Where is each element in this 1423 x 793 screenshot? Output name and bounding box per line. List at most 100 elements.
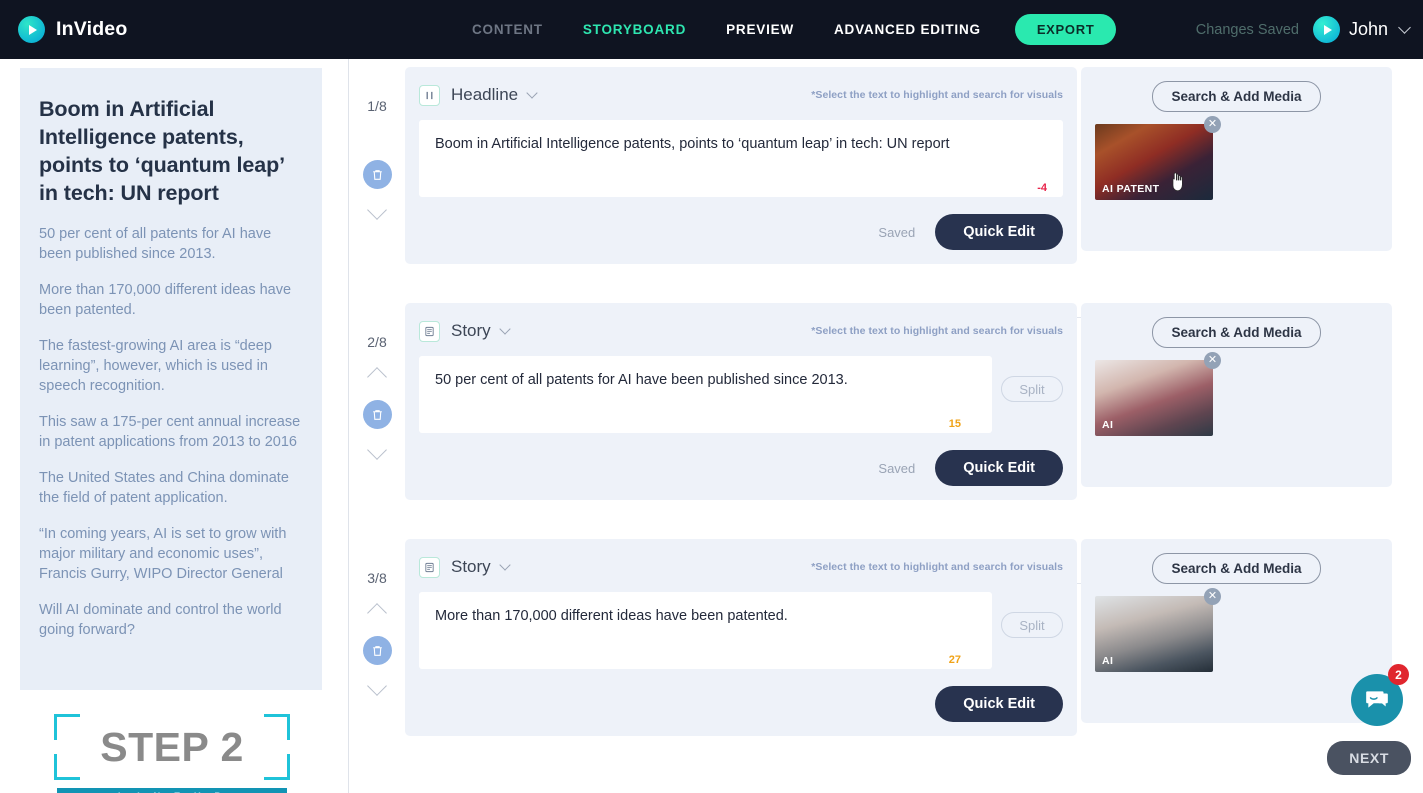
user-name-label: John xyxy=(1348,19,1388,39)
scene-header: Story *Select the text to highlight and … xyxy=(419,555,1063,579)
user-menu[interactable]: John xyxy=(1312,16,1411,43)
frame-corner-icon xyxy=(54,754,80,780)
media-thumbnail[interactable]: AI xyxy=(1095,360,1213,436)
frame-corner-icon xyxy=(264,714,290,740)
top-navigation-bar: InVideo CONTENT STORYBOARD PREVIEW ADVAN… xyxy=(0,0,1423,59)
scene-text-input[interactable] xyxy=(419,356,992,433)
remove-media-icon[interactable]: ✕ xyxy=(1204,588,1221,605)
quick-edit-button[interactable]: Quick Edit xyxy=(935,450,1063,486)
media-thumbnail-label: AI xyxy=(1102,419,1114,431)
media-thumbnail[interactable]: AI xyxy=(1095,596,1213,672)
media-thumbnail-label: AI PATENT xyxy=(1102,183,1160,195)
scene-header: Headline *Select the text to highlight a… xyxy=(419,83,1063,107)
article-content-card: Boom in Artificial Intelligence patents,… xyxy=(20,68,322,690)
article-paragraph: The United States and China dominate the… xyxy=(39,469,289,506)
scene-saved-label: Saved xyxy=(878,460,916,476)
selection-hint-text: *Select the text to highlight and search… xyxy=(811,325,1063,337)
character-count-badge: -4 xyxy=(1037,182,1047,194)
scene-type-label: Story xyxy=(451,321,491,340)
scene-card: Story *Select the text to highlight and … xyxy=(405,539,1077,736)
move-scene-down-button[interactable] xyxy=(367,676,387,696)
character-count-badge: 15 xyxy=(948,418,961,430)
search-add-media-button[interactable]: Search & Add Media xyxy=(1152,81,1321,112)
play-circle-icon xyxy=(18,16,45,43)
export-button[interactable]: EXPORT xyxy=(1014,14,1117,45)
main-nav: CONTENT STORYBOARD PREVIEW ADVANCED EDIT… xyxy=(452,0,1117,59)
remove-media-icon[interactable]: ✕ xyxy=(1204,352,1221,369)
scene-text-input[interactable] xyxy=(419,120,1063,197)
scene-text-input[interactable] xyxy=(419,592,992,669)
media-thumbnail-wrapper: AI ✕ xyxy=(1095,352,1221,436)
scene-row: 2/8 Story *Select the text to highlight … xyxy=(349,295,1423,500)
nav-item-advanced-editing[interactable]: ADVANCED EDITING xyxy=(814,22,1001,37)
article-paragraph: The fastest-growing AI area is “deep lea… xyxy=(39,337,272,394)
chat-unread-badge: 2 xyxy=(1388,664,1409,685)
move-scene-down-button[interactable] xyxy=(367,200,387,220)
selection-hint-text: *Select the text to highlight and search… xyxy=(811,89,1063,101)
article-paragraph: “In coming years, AI is set to grow with… xyxy=(39,525,287,582)
media-panel: Search & Add Media AI ✕ xyxy=(1081,539,1392,723)
chat-bubble-icon xyxy=(1366,691,1388,708)
quick-edit-button[interactable]: Quick Edit xyxy=(935,214,1063,250)
left-sidebar: Boom in Artificial Intelligence patents,… xyxy=(0,59,349,793)
brand-logo-group[interactable]: InVideo xyxy=(18,16,127,43)
search-add-media-button[interactable]: Search & Add Media xyxy=(1152,553,1321,584)
scene-footer: Saved Quick Edit xyxy=(419,450,1063,486)
avatar xyxy=(1312,16,1340,43)
article-paragraph: This saw a 175-per cent annual increase … xyxy=(39,413,301,450)
story-icon xyxy=(419,556,440,578)
delete-scene-button[interactable] xyxy=(362,636,392,665)
scene-gutter: 3/8 xyxy=(349,531,405,731)
step-overlay-graphic: STEP 2 L I N E U P xyxy=(22,700,322,793)
scene-index-label: 3/8 xyxy=(367,570,387,586)
chevron-down-icon[interactable] xyxy=(1398,21,1411,34)
scene-text-wrapper: 27 Split xyxy=(419,592,1063,674)
media-thumbnail-wrapper: AI ✕ xyxy=(1095,588,1221,672)
chevron-down-icon[interactable] xyxy=(499,559,511,571)
step-subtitle-bar: L I N E U P xyxy=(57,788,287,793)
scene-type-label: Story xyxy=(451,557,491,576)
article-title: Boom in Artificial Intelligence patents,… xyxy=(39,97,284,205)
scene-saved-label: Saved xyxy=(878,224,916,240)
character-count-badge: 27 xyxy=(948,654,961,666)
step-title: STEP 2 xyxy=(100,723,244,770)
move-scene-down-button[interactable] xyxy=(367,440,387,460)
media-panel: Search & Add Media AI ✕ xyxy=(1081,303,1392,487)
article-paragraph: Will AI dominate and control the world g… xyxy=(39,601,282,638)
scene-type-label: Headline xyxy=(451,85,519,104)
step-frame: STEP 2 xyxy=(32,708,312,786)
scene-row: 1/8 Headline *Select the text to highlig… xyxy=(349,59,1423,264)
next-button[interactable]: NEXT xyxy=(1327,741,1411,775)
headline-icon xyxy=(419,84,440,106)
nav-item-content[interactable]: CONTENT xyxy=(452,22,563,37)
media-thumbnail-label: AI xyxy=(1102,655,1114,667)
scene-text-wrapper: -4 xyxy=(419,120,1063,202)
delete-scene-button[interactable] xyxy=(362,160,392,189)
frame-corner-icon xyxy=(264,754,290,780)
nav-item-storyboard[interactable]: STORYBOARD xyxy=(563,22,706,37)
scene-text-wrapper: 15 Split xyxy=(419,356,1063,438)
quick-edit-button[interactable]: Quick Edit xyxy=(935,686,1063,722)
media-thumbnail[interactable]: AI PATENT xyxy=(1095,124,1213,200)
story-icon xyxy=(419,320,440,342)
move-scene-up-button[interactable] xyxy=(367,603,387,623)
scene-card: Story *Select the text to highlight and … xyxy=(405,303,1077,500)
scene-card: Headline *Select the text to highlight a… xyxy=(405,67,1077,264)
remove-media-icon[interactable]: ✕ xyxy=(1204,116,1221,133)
delete-scene-button[interactable] xyxy=(362,400,392,429)
chevron-down-icon[interactable] xyxy=(526,87,538,99)
article-paragraph: 50 per cent of all patents for AI have b… xyxy=(39,225,272,262)
nav-item-preview[interactable]: PREVIEW xyxy=(706,22,814,37)
chevron-down-icon[interactable] xyxy=(499,323,511,335)
selection-hint-text: *Select the text to highlight and search… xyxy=(811,561,1063,573)
move-scene-up-button[interactable] xyxy=(367,367,387,387)
split-scene-button[interactable]: Split xyxy=(1001,376,1063,402)
split-scene-button[interactable]: Split xyxy=(1001,612,1063,638)
scene-header: Story *Select the text to highlight and … xyxy=(419,319,1063,343)
brand-name: InVideo xyxy=(56,18,128,40)
storyboard-area: 1/8 Headline *Select the text to highlig… xyxy=(349,59,1423,793)
scene-gutter: 1/8 xyxy=(349,59,405,259)
scene-gutter: 2/8 xyxy=(349,295,405,495)
search-add-media-button[interactable]: Search & Add Media xyxy=(1152,317,1321,348)
scene-footer: Saved Quick Edit xyxy=(419,214,1063,250)
